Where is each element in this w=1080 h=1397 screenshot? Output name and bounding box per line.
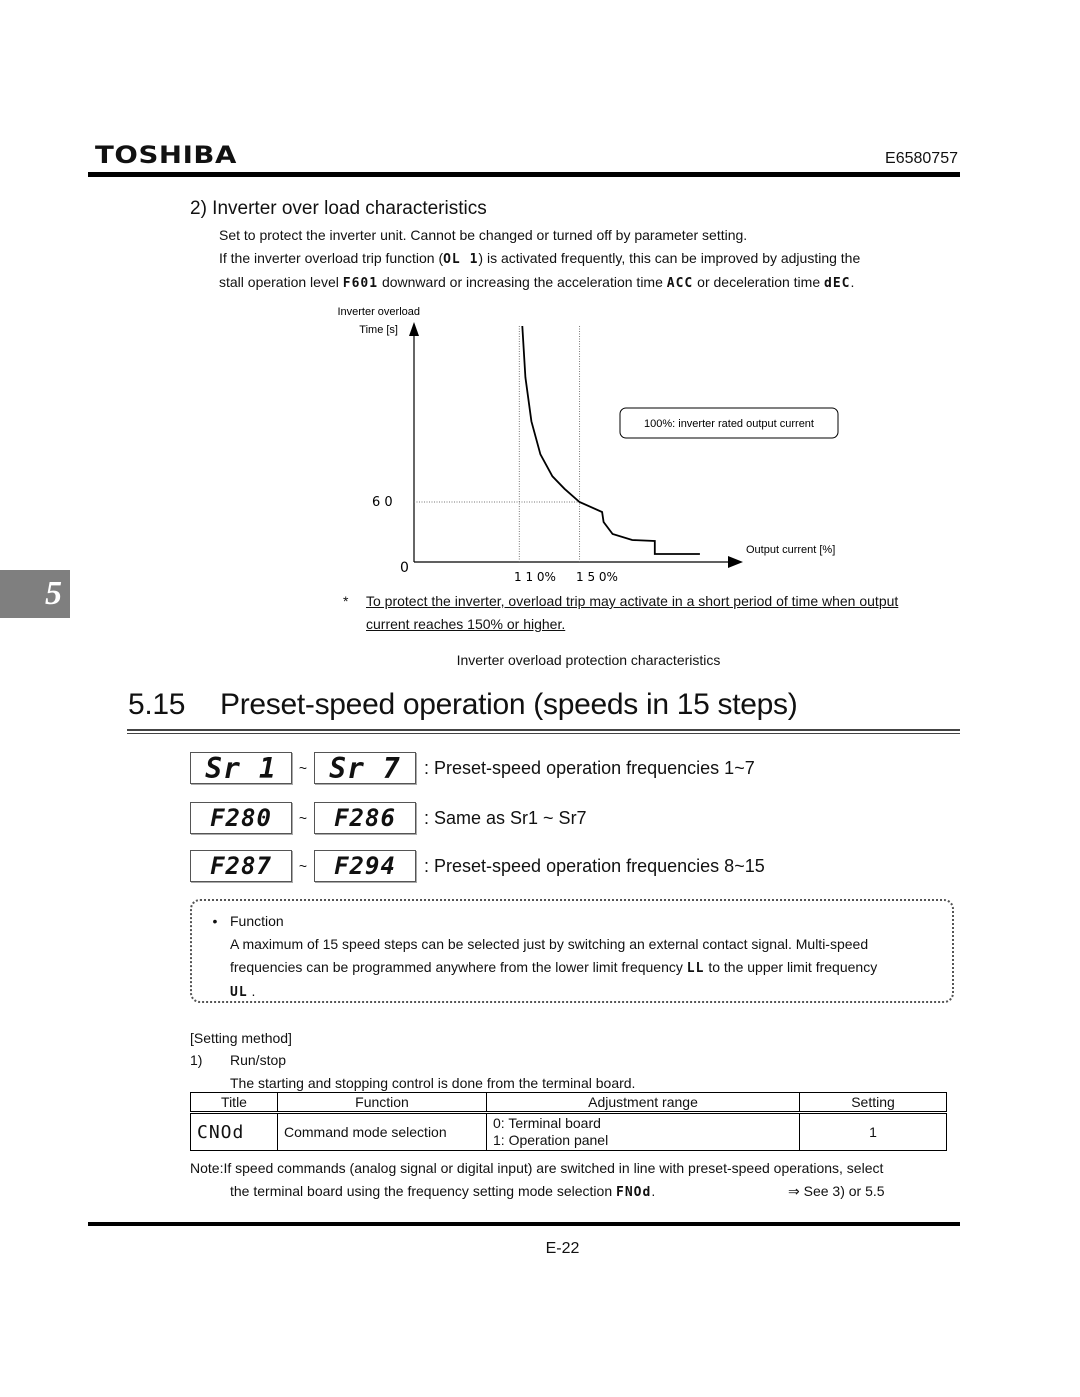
param-description: : Preset-speed operation frequencies 8~1…: [424, 855, 765, 876]
y-axis-label-line1: Inverter overload: [337, 306, 420, 318]
function-content: • Function A maximum of 15 speed steps ca…: [200, 910, 945, 1004]
param-code-ll: LL: [686, 961, 705, 976]
cell-setting: 1: [799, 1112, 947, 1151]
cell-range: 0: Terminal board 1: Operation panel: [486, 1112, 800, 1151]
overload-line-1: Set to protect the inverter unit. Cannot…: [219, 227, 748, 243]
note-line-2: the terminal board using the frequency s…: [190, 1180, 960, 1204]
function-label: Function: [230, 913, 284, 929]
document-number: E6580757: [885, 150, 958, 167]
param-code-box: Sr 7: [314, 752, 416, 785]
y-axis-label-line2: Time [s]: [359, 324, 398, 336]
footer-rule: [88, 1222, 960, 1226]
section-heading: 5.15 Preset-speed operation (speeds in 15…: [128, 688, 798, 722]
col-header-setting: Setting: [799, 1092, 947, 1113]
section-rule-thin: [127, 733, 960, 734]
param-code-ul: UL: [230, 985, 248, 1000]
range-tilde: ~: [298, 810, 308, 826]
param-row: Sr 1 ~ Sr 7 : Preset-speed operation fre…: [190, 750, 755, 786]
overload-line-2: If the inverter overload trip function (…: [219, 250, 861, 267]
chapter-tab: 5: [0, 570, 70, 618]
param-description: : Preset-speed operation frequencies 1~7: [424, 757, 755, 778]
cell-function: Command mode selection: [277, 1112, 487, 1151]
cell-title: CNOd: [190, 1112, 278, 1151]
param-code-ol1: OL 1: [443, 252, 479, 267]
header-rule: [88, 172, 960, 177]
footnote-marker: *: [343, 593, 349, 609]
footnote-line-1: To protect the inverter, overload trip m…: [366, 593, 899, 609]
range-tilde: ~: [298, 760, 308, 776]
parameter-table: Title Function Adjustment range Setting …: [190, 1092, 947, 1151]
figure-caption: Inverter overload protection characteris…: [456, 652, 721, 668]
col-header-title: Title: [190, 1092, 278, 1113]
table-header-row: Title Function Adjustment range Setting: [190, 1092, 947, 1113]
step-label: Run/stop: [230, 1052, 287, 1068]
bullet: •: [212, 913, 218, 929]
setting-method-heading: [Setting method]: [190, 1030, 292, 1046]
y-axis-arrow: [409, 322, 419, 336]
param-code-f601: F601: [342, 276, 379, 291]
footnote-line-2: current reaches 150% or higher.: [366, 616, 566, 632]
param-description: : Same as Sr1 ~ Sr7: [424, 807, 587, 828]
x-tick-label-110: 1 1 0%: [514, 570, 556, 584]
param-code-box: Sr 1: [190, 752, 292, 785]
range-tilde: ~: [298, 858, 308, 874]
col-header-function: Function: [277, 1092, 487, 1113]
subsection-heading: 2) Inverter over load characteristics: [190, 198, 487, 219]
table-row: CNOd Command mode selection 0: Terminal …: [190, 1112, 947, 1151]
note-prefix: Note:: [190, 1160, 224, 1176]
param-code-dec: dEC: [824, 276, 851, 291]
section-rule: [127, 729, 960, 731]
x-tick-label-150: 1 5 0%: [576, 570, 618, 584]
param-code-box: F294: [314, 850, 416, 882]
col-header-range: Adjustment range: [486, 1092, 800, 1113]
origin-label: 0: [400, 560, 409, 576]
section-number: 5.15: [128, 688, 186, 721]
param-row: F280 ~ F286 : Same as Sr1 ~ Sr7: [190, 800, 587, 836]
step-number: 1): [190, 1052, 203, 1068]
param-row: F287 ~ F294 : Preset-speed operation fre…: [190, 848, 765, 884]
function-line-3: UL .: [230, 983, 256, 1000]
function-line-1: A maximum of 15 speed steps can be selec…: [230, 936, 869, 952]
note: Note:If speed commands (analog signal or…: [190, 1157, 960, 1204]
note-line-1: If speed commands (analog signal or digi…: [223, 1160, 884, 1176]
page-number: E-22: [545, 1240, 580, 1257]
overload-line-3: stall operation level F601 downward or i…: [219, 274, 855, 291]
see-reference[interactable]: ⇒ See 3) or 5.5: [788, 1180, 885, 1203]
footnote: * To protect the inverter, overload trip …: [343, 590, 963, 636]
param-code-acc: ACC: [666, 276, 694, 291]
x-axis-label: Output current [%]: [746, 544, 835, 556]
brand-logo: TOSHIBA: [95, 141, 237, 169]
param-code-fmod: FNOd: [616, 1185, 652, 1200]
function-line-2: frequencies can be programmed anywhere f…: [230, 959, 878, 976]
x-axis-arrow: [728, 556, 743, 568]
param-code-box: F286: [314, 802, 416, 834]
param-code-box: F280: [190, 802, 292, 834]
annotation-text: 100%: inverter rated output current: [644, 418, 814, 430]
section-title: Preset-speed operation (speeds in 15 ste…: [220, 688, 798, 721]
overload-chart: Inverter overload Time [s] 0 6 0 1 1 0% …: [337, 306, 839, 584]
y-tick-label-60: 6 0: [372, 495, 393, 510]
overload-description: Set to protect the inverter unit. Cannot…: [219, 224, 964, 295]
overload-curve: [521, 325, 700, 555]
param-code-box: F287: [190, 850, 292, 882]
